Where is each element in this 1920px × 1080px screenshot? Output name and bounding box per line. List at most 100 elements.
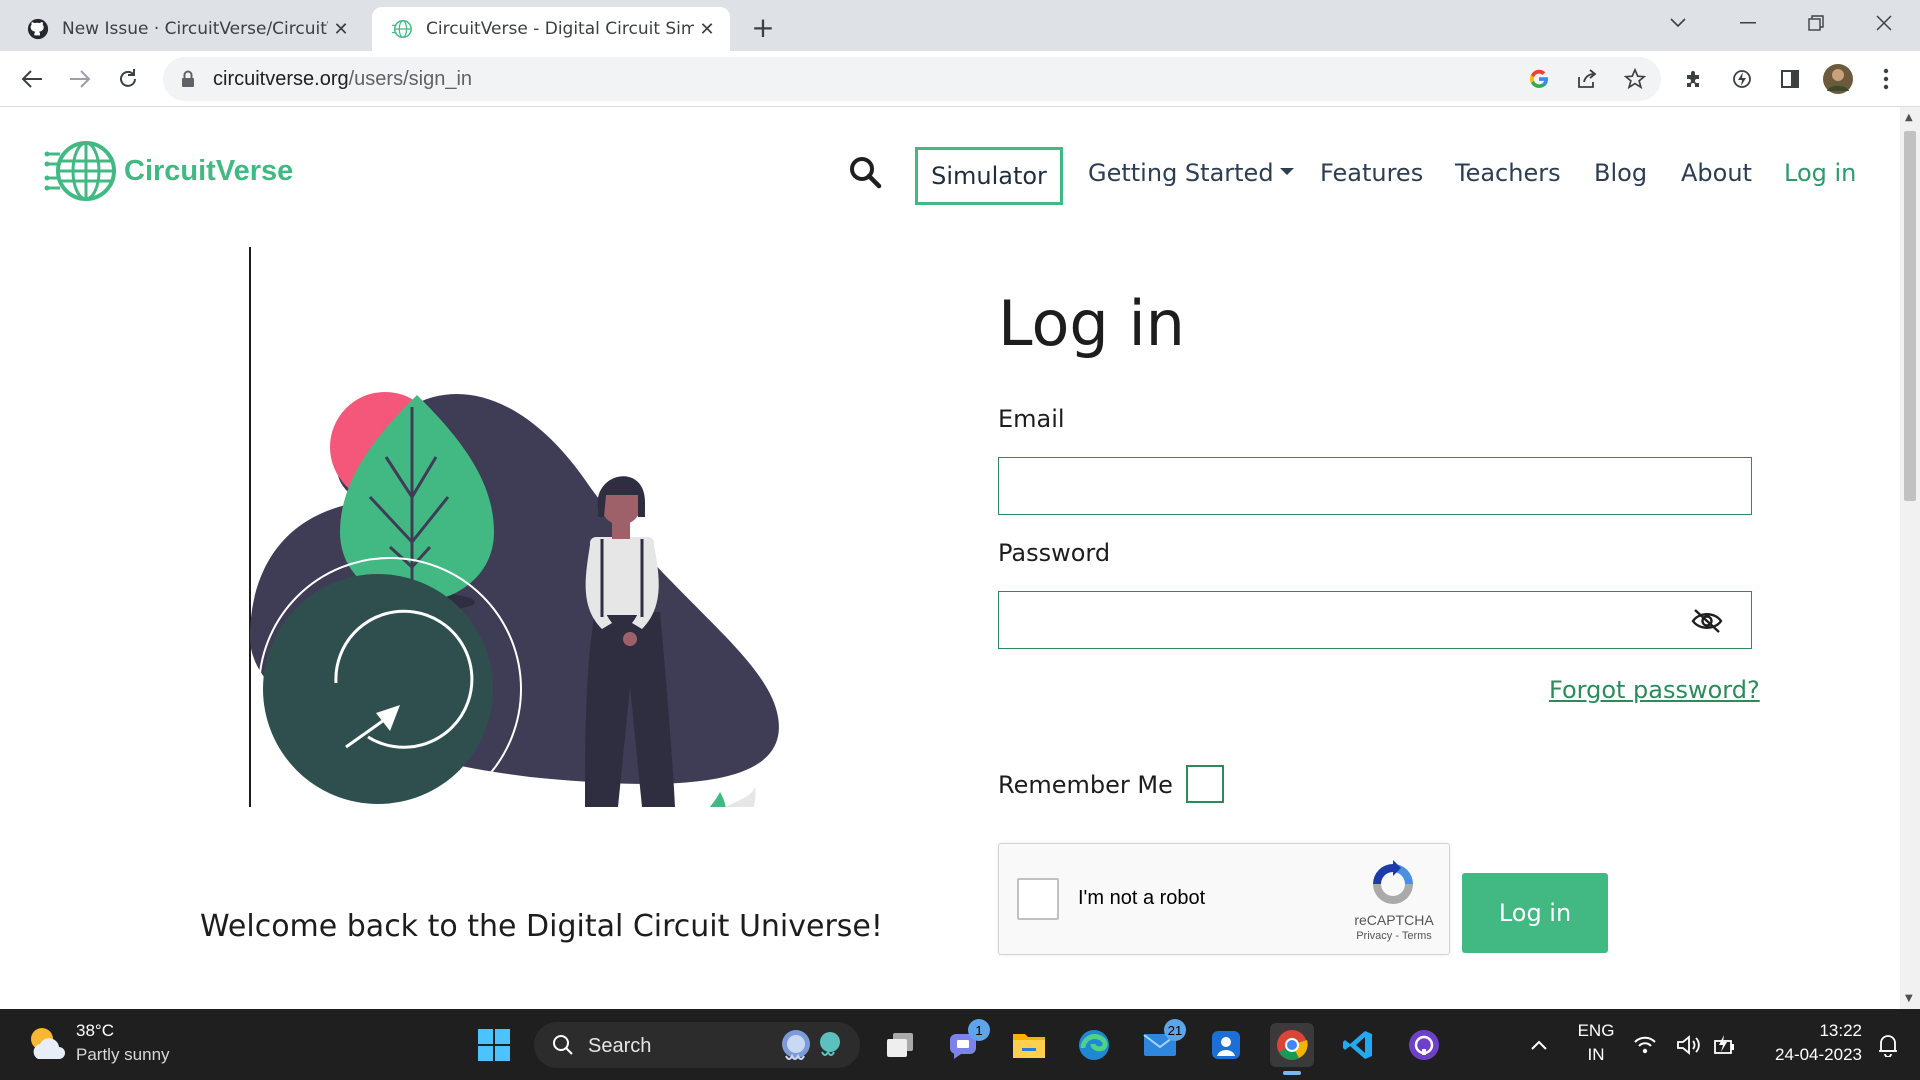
close-tab-icon[interactable]: ✕: [328, 16, 354, 42]
nav-getting-started-label: Getting Started: [1088, 159, 1274, 187]
reload-icon[interactable]: [112, 63, 144, 95]
remember-me-label: Remember Me: [998, 771, 1173, 799]
language-indicator[interactable]: ENG IN: [1566, 1021, 1626, 1069]
profile-avatar[interactable]: [1822, 63, 1854, 95]
close-tab-icon[interactable]: ✕: [694, 16, 720, 42]
weather-temperature: 38°C: [76, 1021, 114, 1040]
recaptcha-terms[interactable]: Privacy - Terms: [1349, 930, 1439, 942]
tab-circuitverse[interactable]: CircuitVerse - Digital Circuit Simu ✕: [372, 7, 730, 51]
taskbar-search-box[interactable]: Search: [534, 1022, 860, 1068]
bookmark-star-icon[interactable]: [1619, 63, 1651, 95]
nav-login[interactable]: Log in: [1784, 159, 1856, 187]
forgot-password-link[interactable]: Forgot password?: [1549, 676, 1760, 704]
restore-icon[interactable]: [1796, 8, 1836, 38]
edge-browser-icon[interactable]: [1072, 1023, 1116, 1067]
page-content: CircuitVerse Simulator Getting Started F…: [0, 107, 1900, 1009]
remember-me-checkbox[interactable]: [1186, 765, 1224, 803]
chevron-down-icon: [1279, 167, 1294, 175]
clock-date: 24-04-2023: [1775, 1045, 1862, 1064]
windows-taskbar: 38°C Partly sunny Search 1 21 ENG IN 13:…: [0, 1009, 1920, 1080]
language-line1: ENG: [1577, 1021, 1615, 1040]
url-host: circuitverse.org: [213, 68, 349, 90]
tab-new-issue[interactable]: New Issue · CircuitVerse/CircuitVe ✕: [8, 7, 364, 51]
brand-logo[interactable]: CircuitVerse: [44, 134, 293, 208]
recaptcha-widget: I'm not a robot reCAPTCHA Privacy - Term…: [998, 843, 1450, 955]
nav-features[interactable]: Features: [1320, 159, 1423, 187]
minimize-icon[interactable]: [1728, 8, 1768, 38]
back-icon[interactable]: [16, 63, 48, 95]
chrome-icon[interactable]: [1270, 1023, 1314, 1067]
nav-simulator-button[interactable]: Simulator: [915, 147, 1063, 205]
github-desktop-icon[interactable]: [1402, 1023, 1446, 1067]
url-text: circuitverse.org/users/sign_in: [213, 68, 472, 91]
volume-icon[interactable]: [1674, 1023, 1704, 1067]
nav-blog[interactable]: Blog: [1594, 159, 1647, 187]
language-line2: IN: [1587, 1045, 1605, 1064]
welcome-message: Welcome back to the Digital Circuit Univ…: [200, 909, 883, 944]
clock[interactable]: 13:22 24-04-2023: [1758, 1021, 1862, 1069]
active-app-indicator: [1283, 1071, 1301, 1075]
teams-badge: 1: [968, 1019, 990, 1041]
search-icon[interactable]: [848, 155, 882, 193]
browser-tab-bar: New Issue · CircuitVerse/CircuitVe ✕ Cir…: [0, 0, 1920, 51]
email-field[interactable]: [998, 457, 1752, 515]
circuitverse-logo-icon: [44, 141, 116, 201]
taskbar-search-label: Search: [588, 1035, 652, 1057]
menu-kebab-icon[interactable]: [1870, 63, 1902, 95]
chevron-up-icon[interactable]: [1517, 1023, 1561, 1067]
login-illustration: [249, 247, 779, 807]
email-label: Email: [998, 405, 1065, 433]
password-field[interactable]: [998, 591, 1752, 649]
eye-slash-icon[interactable]: [1691, 608, 1723, 638]
recaptcha-brand: reCAPTCHA: [1354, 912, 1434, 928]
task-view-icon[interactable]: [878, 1023, 922, 1067]
google-icon[interactable]: [1523, 63, 1555, 95]
nav-about[interactable]: About: [1681, 159, 1752, 187]
tab-title: New Issue · CircuitVerse/CircuitVe: [62, 19, 328, 39]
recaptcha-checkbox[interactable]: [1017, 878, 1059, 920]
tab-title: CircuitVerse - Digital Circuit Simu: [426, 19, 694, 39]
address-bar[interactable]: circuitverse.org/users/sign_in: [163, 57, 1661, 101]
scroll-up-icon[interactable]: ▲: [1905, 112, 1913, 123]
share-icon[interactable]: [1571, 63, 1603, 95]
brand-name: CircuitVerse: [124, 154, 294, 187]
extensions-icon[interactable]: [1678, 63, 1710, 95]
forward-icon[interactable]: [64, 63, 96, 95]
login-submit-button[interactable]: Log in: [1462, 873, 1608, 953]
file-explorer-icon[interactable]: [1007, 1023, 1051, 1067]
url-path: /users/sign_in: [348, 68, 473, 90]
wifi-icon[interactable]: [1630, 1023, 1660, 1067]
lock-icon[interactable]: [181, 70, 195, 92]
new-tab-button[interactable]: +: [748, 11, 778, 44]
windows-start-icon[interactable]: [472, 1023, 516, 1067]
circuitverse-globe-icon: [390, 17, 414, 41]
clock-time: 13:22: [1819, 1021, 1862, 1040]
mail-badge: 21: [1164, 1019, 1186, 1041]
performance-icon[interactable]: [1726, 63, 1758, 95]
password-label: Password: [998, 539, 1111, 567]
scrollbar-thumb[interactable]: [1904, 131, 1916, 501]
browser-toolbar: circuitverse.org/users/sign_in: [0, 51, 1920, 107]
teams-chat-icon[interactable]: 1: [942, 1019, 990, 1067]
scroll-down-icon[interactable]: ▼: [1905, 993, 1913, 1004]
side-panel-icon[interactable]: [1774, 63, 1806, 95]
battery-charging-icon[interactable]: [1710, 1023, 1740, 1067]
weather-widget[interactable]: 38°C Partly sunny: [0, 1009, 200, 1080]
page-scrollbar[interactable]: ▲ ▼: [1900, 107, 1920, 1009]
recaptcha-label: I'm not a robot: [1078, 887, 1206, 909]
search-icon: [552, 1034, 574, 1060]
mail-icon[interactable]: 21: [1138, 1019, 1186, 1067]
login-title: Log in: [998, 287, 1185, 360]
vscode-icon[interactable]: [1336, 1023, 1380, 1067]
github-icon: [26, 17, 50, 41]
close-window-icon[interactable]: [1864, 8, 1904, 38]
nav-getting-started[interactable]: Getting Started: [1088, 159, 1294, 187]
notifications-icon[interactable]: [1870, 1023, 1906, 1067]
weather-description: Partly sunny: [76, 1045, 170, 1064]
tab-search-icon[interactable]: [1658, 8, 1698, 38]
search-highlight-icon: [774, 1026, 852, 1068]
partly-sunny-icon: [24, 1023, 68, 1067]
recaptcha-logo-icon: [1367, 858, 1419, 914]
company-portal-icon[interactable]: [1204, 1023, 1248, 1067]
nav-teachers[interactable]: Teachers: [1455, 159, 1561, 187]
